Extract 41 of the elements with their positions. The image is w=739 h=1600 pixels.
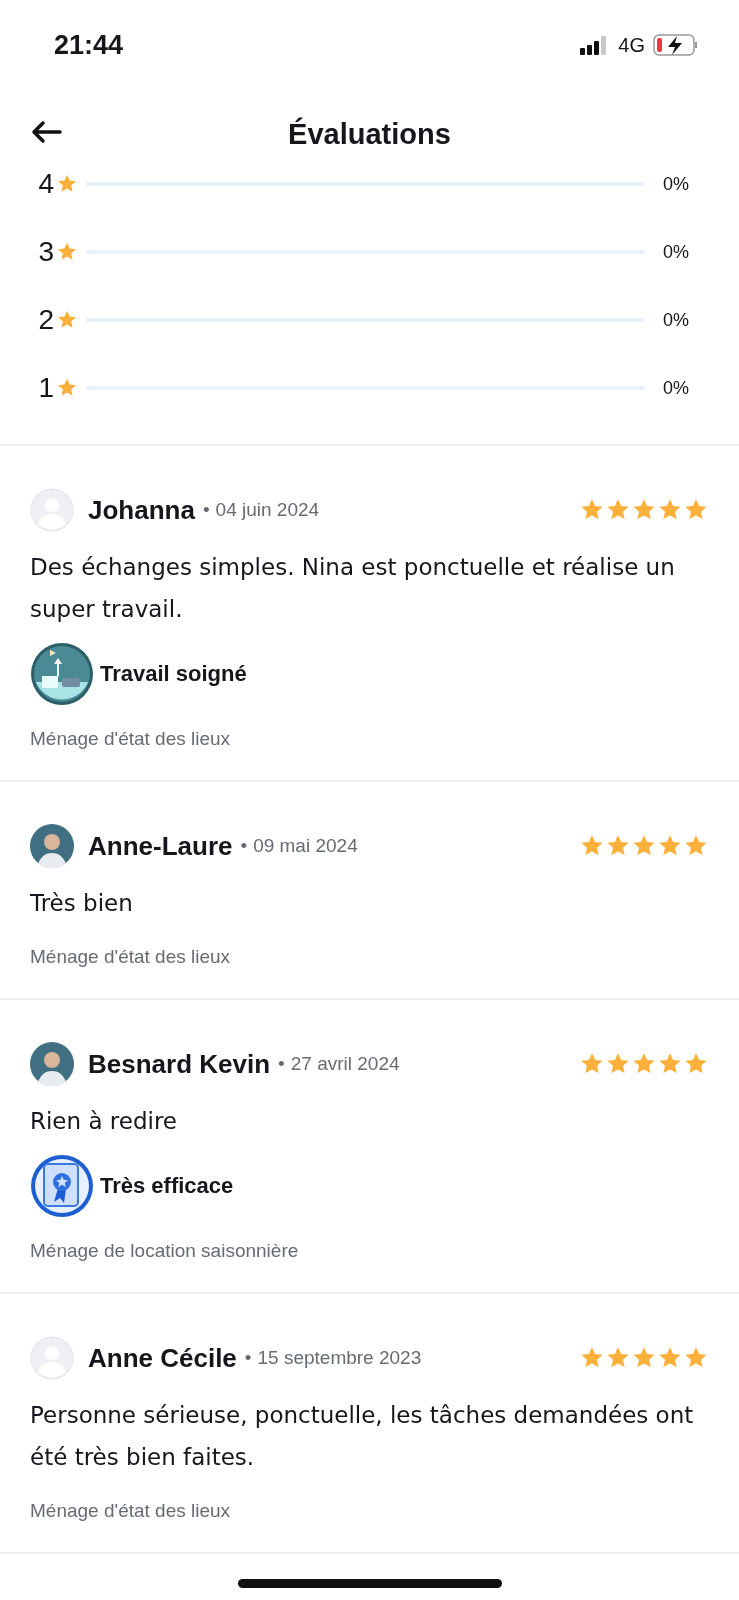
rating-label: 1 — [37, 372, 54, 404]
ribbon-badge-icon — [30, 1154, 94, 1218]
room-badge-icon — [30, 642, 94, 706]
review-date: 27 avril 2024 — [290, 1053, 400, 1075]
review-text: Des échanges simples. Nina est ponctuelle et réalise un super travail. — [30, 553, 676, 624]
rating-label: 2 — [37, 304, 54, 336]
separator-dot: • — [202, 499, 210, 521]
star-icon — [56, 173, 78, 195]
reviewer-name: Anne-Laure — [88, 830, 233, 862]
battery-icon — [653, 34, 699, 56]
star-icon — [56, 309, 78, 331]
review-text: Rien à redire — [30, 1107, 178, 1136]
rating-percent: 0% — [662, 309, 689, 331]
review-date: 04 juin 2024 — [215, 499, 320, 521]
rating-label: 4 — [37, 168, 54, 200]
network-label: 4G — [618, 33, 645, 57]
service-category: Ménage de location saisonnière — [30, 1240, 300, 1262]
star-icon — [56, 377, 78, 399]
reviewer-name: Johanna — [88, 494, 195, 526]
service-category: Ménage d'état des lieux — [30, 1500, 232, 1522]
service-category: Ménage d'état des lieux — [30, 728, 232, 750]
review-text: Très bien — [30, 889, 134, 918]
reviewer-name: Anne Cécile — [88, 1342, 237, 1374]
star-icon — [56, 241, 78, 263]
back-button[interactable] — [30, 120, 62, 144]
badge-label: Travail soigné — [100, 661, 247, 687]
separator-dot: • — [278, 1053, 285, 1075]
review-text: Personne sérieuse, ponctuelle, les tâches demandées ont été très bien faites. — [30, 1401, 695, 1472]
reviewer-name: Besnard Kevin — [88, 1048, 271, 1080]
service-category: Ménage d'état des lieux — [30, 946, 232, 968]
rating-label: 3 — [37, 236, 54, 268]
review-date: 15 septembre 2023 — [257, 1347, 422, 1369]
separator-dot: • — [244, 1347, 252, 1369]
page-title: Évaluations — [288, 117, 451, 151]
review-date: 09 mai 2024 — [253, 835, 358, 857]
badge-label: Très efficace — [100, 1173, 234, 1199]
rating-percent: 0% — [662, 241, 689, 263]
rating-percent: 0% — [662, 173, 689, 195]
rating-percent: 0% — [662, 377, 689, 399]
status-time: 21:44 — [54, 29, 124, 61]
separator-dot: • — [240, 835, 248, 857]
